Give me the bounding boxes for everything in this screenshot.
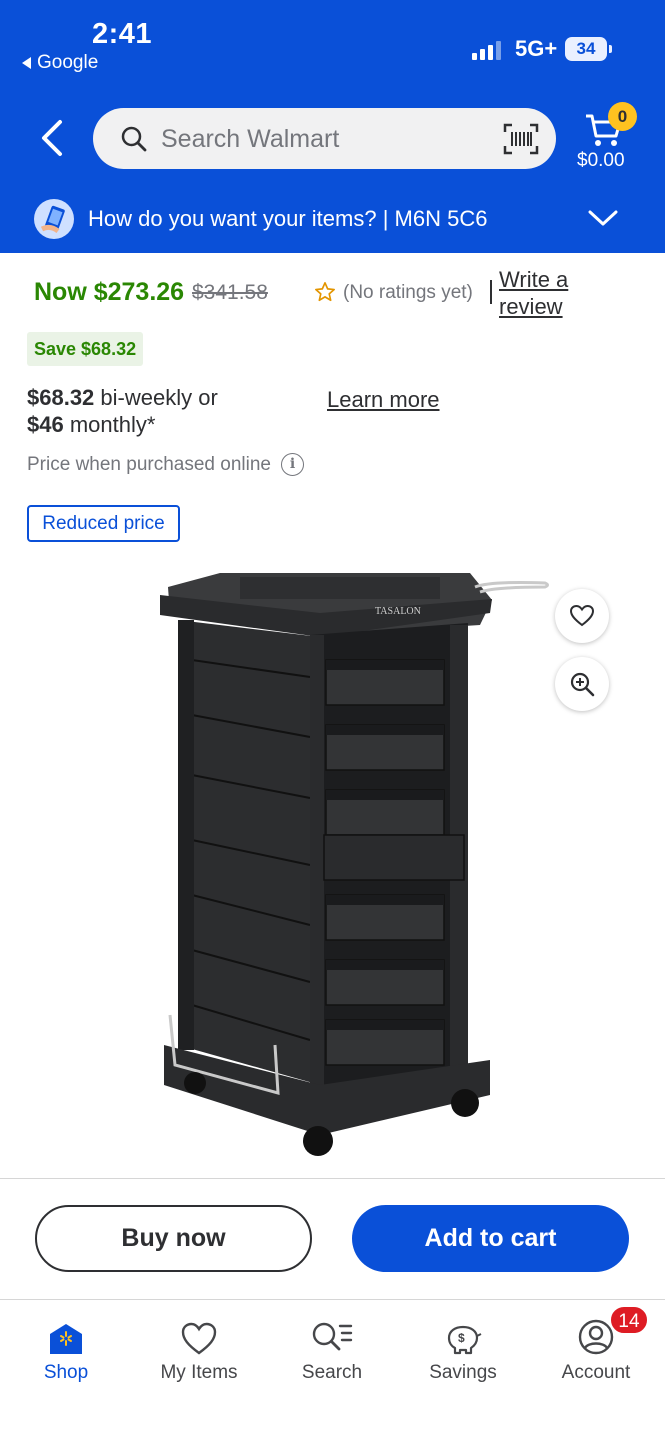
monthly-text: monthly* <box>63 412 156 437</box>
installment-info: $68.32 bi-weekly or $46 monthly* <box>27 384 218 438</box>
fulfillment-phone-icon <box>34 199 74 239</box>
chevron-down-icon <box>588 210 618 226</box>
back-to-app-link[interactable]: Google <box>22 52 98 74</box>
star-outline-icon <box>315 282 335 302</box>
status-time: 2:41 <box>92 18 153 50</box>
heart-icon <box>569 604 595 627</box>
current-price: Now $273.26 <box>34 278 185 306</box>
back-button[interactable] <box>36 118 72 158</box>
barcode-scan-icon[interactable] <box>503 123 539 155</box>
favorite-button[interactable] <box>555 589 609 643</box>
learn-more-link[interactable]: Learn more <box>327 387 440 413</box>
rating-divider <box>490 280 492 304</box>
nav-label-account: Account <box>561 1362 631 1383</box>
battery-icon: 34 <box>565 37 612 61</box>
biweekly-text: bi-weekly or <box>94 385 218 410</box>
original-price: $341.58 <box>192 281 268 304</box>
online-note-text: Price when purchased online <box>27 453 271 475</box>
zoom-button[interactable] <box>555 657 609 711</box>
zoom-in-icon <box>570 672 595 697</box>
fulfillment-selector[interactable]: How do you want your items? | M6N 5C6 <box>0 196 665 246</box>
add-to-cart-button[interactable]: Add to cart <box>352 1205 629 1272</box>
chevron-left-icon <box>42 120 62 156</box>
product-image[interactable]: TASALON <box>150 565 560 1165</box>
search-icon <box>121 126 147 152</box>
signal-icon <box>472 40 501 60</box>
buy-now-button[interactable]: Buy now <box>35 1205 312 1272</box>
rating-text: (No ratings yet) <box>343 282 473 303</box>
back-app-label: Google <box>37 52 99 73</box>
app-header: 2:41 Google 5G+ 34 0 $0.00 <box>0 0 665 253</box>
bottom-nav: Shop My Items Search $ Savings Account <box>0 1300 665 1440</box>
cart-total: $0.00 <box>577 150 625 171</box>
piggy-bank-icon: $ <box>447 1325 482 1355</box>
savings-badge: Save $68.32 <box>27 332 144 366</box>
nav-label-my-items: My Items <box>160 1362 238 1383</box>
search-bar[interactable] <box>93 108 556 169</box>
section-divider <box>0 1178 665 1179</box>
svg-text:$: $ <box>458 1331 465 1345</box>
search-input[interactable] <box>161 121 481 157</box>
reduced-price-badge: Reduced price <box>27 505 180 542</box>
nav-label-search: Search <box>301 1362 363 1383</box>
network-type: 5G+ <box>515 36 558 61</box>
account-notification-badge: 14 <box>609 1305 649 1335</box>
heart-icon <box>181 1322 217 1355</box>
nav-item-my-items[interactable]: My Items <box>139 1316 259 1384</box>
online-price-note: Price when purchased online i <box>27 453 304 476</box>
monthly-amount: $46 <box>27 412 64 437</box>
biweekly-amount: $68.32 <box>27 385 95 410</box>
write-review-link[interactable]: Write a review <box>499 266 589 320</box>
cart-count-badge: 0 <box>608 102 637 131</box>
nav-label-shop: Shop <box>43 1362 89 1383</box>
nav-label-savings: Savings <box>429 1362 497 1383</box>
back-triangle-icon <box>22 57 31 69</box>
search-list-icon <box>312 1322 353 1351</box>
info-icon[interactable]: i <box>281 453 304 476</box>
nav-item-savings[interactable]: $ Savings <box>403 1316 523 1384</box>
shop-icon <box>50 1324 82 1354</box>
brand-marking: TASALON <box>375 606 421 617</box>
nav-item-shop[interactable]: Shop <box>6 1316 126 1384</box>
fulfillment-text: How do you want your items? | M6N 5C6 <box>88 206 488 231</box>
nav-item-search[interactable]: Search <box>272 1316 392 1384</box>
